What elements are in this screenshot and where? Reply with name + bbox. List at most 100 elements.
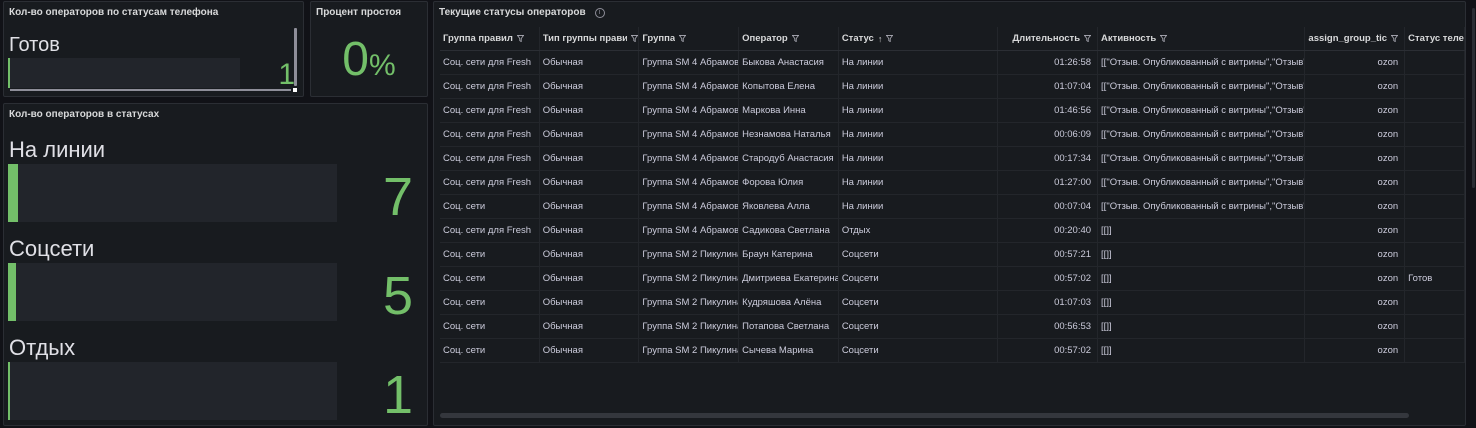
filter-icon[interactable] xyxy=(516,35,524,42)
column-header-label: assign_group_ticket xyxy=(1308,33,1388,44)
column-header[interactable]: Группа правил xyxy=(440,27,540,50)
table-cell: Садикова Светлана xyxy=(739,219,839,242)
filter-icon[interactable] xyxy=(631,35,639,42)
table-row[interactable]: Соц. сети Обычная Группа SM 2 Пикулина Брау… xyxy=(440,243,1465,267)
status-count-panel: Кол-во операторов в статусах На линии 7 … xyxy=(3,103,428,426)
filter-icon[interactable] xyxy=(791,35,799,42)
idle-number: 0 xyxy=(342,33,369,86)
status-gauge-fill xyxy=(8,263,16,321)
table-cell: [["Отзыв. Опубликованный с витрины","Отз… xyxy=(1098,147,1306,170)
table-row[interactable]: Соц. сети Обычная Группа SM 2 Пикулина Пота… xyxy=(440,315,1465,339)
table-cell: 00:56:53 xyxy=(998,315,1099,338)
table-cell: Группа SM 2 Пикулина xyxy=(639,315,740,338)
table-cell: Браун Катерина xyxy=(739,243,839,266)
table-cell: ozon xyxy=(1305,291,1406,314)
table-cell: Соц. сети для Fresh xyxy=(440,99,540,122)
table-cell: Яковлева Алла xyxy=(739,195,839,218)
gauge-label: Готов xyxy=(9,34,60,56)
table-row[interactable]: Соц. сети для Fresh Обычная Группа SM 4 Аб… xyxy=(440,75,1465,99)
column-header-label: Оператор xyxy=(742,33,788,44)
table-row[interactable]: Соц. сети для Fresh Обычная Группа SM 4 Аб… xyxy=(440,99,1465,123)
table-cell: ozon xyxy=(1305,123,1406,146)
table-row[interactable]: Соц. сети Обычная Группа SM 4 Абрамова Яков… xyxy=(440,195,1465,219)
table-cell: ozon xyxy=(1305,339,1406,362)
table-row[interactable]: Соц. сети для Fresh Обычная Группа SM 4 Аб… xyxy=(440,51,1465,75)
table-cell: Обычная xyxy=(540,339,640,362)
table-row[interactable]: Соц. сети Обычная Группа SM 2 Пикулина Сыче… xyxy=(440,339,1465,363)
panel-title[interactable]: Кол-во операторов в статусах xyxy=(9,109,159,120)
gauge-value: 1 xyxy=(278,58,295,91)
table-cell: Обычная xyxy=(540,171,640,194)
filter-icon[interactable] xyxy=(886,35,894,42)
table-cell: Обычная xyxy=(540,291,640,314)
table-cell xyxy=(1405,123,1465,146)
table-cell xyxy=(1405,291,1465,314)
column-header[interactable]: Группа xyxy=(639,27,740,50)
filter-icon[interactable] xyxy=(1084,35,1092,42)
table-cell: Группа SM 2 Пикулина xyxy=(639,243,740,266)
table-cell: Соцсети xyxy=(839,315,999,338)
column-header[interactable]: Статус телефона xyxy=(1405,27,1465,50)
column-header[interactable]: Статус ↑ xyxy=(839,27,999,50)
info-icon[interactable]: i xyxy=(594,8,605,18)
status-value: 7 xyxy=(382,167,413,227)
vertical-scrollbar[interactable] xyxy=(294,28,297,86)
filter-icon[interactable] xyxy=(1391,35,1399,42)
column-header[interactable]: Тип группы правил xyxy=(540,27,640,50)
table-cell: ozon xyxy=(1305,171,1406,194)
status-label: Отдых xyxy=(9,335,76,360)
table-cell: Группа SM 2 Пикулина xyxy=(639,339,740,362)
panel-title[interactable]: Текущие статусы операторов i xyxy=(439,7,605,18)
table-row[interactable]: Соц. сети для Fresh Обычная Группа SM 4 Аб… xyxy=(440,219,1465,243)
status-value: 5 xyxy=(382,266,413,326)
panel-title[interactable]: Кол-во операторов по статусам телефона xyxy=(9,7,218,18)
table-cell: [["Отзыв. Опубликованный с витрины","Отз… xyxy=(1098,75,1306,98)
table-cell: Обычная xyxy=(540,315,640,338)
table-cell: Обычная xyxy=(540,99,640,122)
table-cell: Соц. сети xyxy=(440,291,540,314)
table-cell: Соцсети xyxy=(839,291,999,314)
idle-value: 0% xyxy=(311,36,427,84)
column-header[interactable]: Оператор xyxy=(739,27,839,50)
column-header-label: Длительность xyxy=(1012,33,1081,44)
table-cell: Обычная xyxy=(540,219,640,242)
table-row[interactable]: Соц. сети для Fresh Обычная Группа SM 4 Аб… xyxy=(440,147,1465,171)
table-cell: ozon xyxy=(1305,51,1406,74)
table-cell: Готов xyxy=(1405,267,1465,290)
column-header[interactable]: assign_group_ticket xyxy=(1305,27,1406,50)
table-cell: [["Отзыв. Опубликованный с витрины","Отз… xyxy=(1098,99,1306,122)
resize-handle-icon[interactable] xyxy=(293,88,297,92)
page-vertical-scrollbar[interactable] xyxy=(1472,8,1475,188)
filter-icon[interactable] xyxy=(1160,35,1168,42)
table-cell: ozon xyxy=(1305,243,1406,266)
table-cell xyxy=(1405,99,1465,122)
phone-status-panel: Кол-во операторов по статусам телефона Г… xyxy=(3,1,304,97)
table-cell: Незнамова Наталья xyxy=(739,123,839,146)
table-row[interactable]: Соц. сети для Fresh Обычная Группа SM 4 Аб… xyxy=(440,123,1465,147)
column-header[interactable]: Активность xyxy=(1098,27,1306,50)
table-cell: Группа SM 4 Абрамова xyxy=(639,147,740,170)
table-cell: Кудряшова Алёна xyxy=(739,291,839,314)
horizontal-scrollbar[interactable] xyxy=(440,413,1409,418)
table-cell: Отдых xyxy=(839,219,999,242)
table-cell: Соц. сети для Fresh xyxy=(440,219,540,242)
table-cell: ozon xyxy=(1305,75,1406,98)
status-table: Группа правил Тип группы правил Группа Опер… xyxy=(440,27,1465,409)
table-cell xyxy=(1405,315,1465,338)
table-cell: Сычева Марина xyxy=(739,339,839,362)
horizontal-scrollbar[interactable] xyxy=(10,89,291,91)
table-row[interactable]: Соц. сети Обычная Группа SM 2 Пикулина Дмит… xyxy=(440,267,1465,291)
table-cell: Соц. сети для Fresh xyxy=(440,147,540,170)
table-cell: 00:17:34 xyxy=(998,147,1099,170)
table-row[interactable]: Соц. сети для Fresh Обычная Группа SM 4 Аб… xyxy=(440,171,1465,195)
table-cell: Группа SM 4 Абрамова xyxy=(639,51,740,74)
sort-ascending-icon[interactable]: ↑ xyxy=(878,34,883,44)
panel-title[interactable]: Процент простоя xyxy=(316,7,401,18)
table-cell: Соц. сети xyxy=(440,315,540,338)
filter-icon[interactable] xyxy=(679,35,687,42)
table-cell: ozon xyxy=(1305,147,1406,170)
status-label: Соцсети xyxy=(9,236,95,261)
table-cell: ozon xyxy=(1305,267,1406,290)
table-row[interactable]: Соц. сети Обычная Группа SM 2 Пикулина Кудр… xyxy=(440,291,1465,315)
column-header[interactable]: Длительность xyxy=(998,27,1099,50)
